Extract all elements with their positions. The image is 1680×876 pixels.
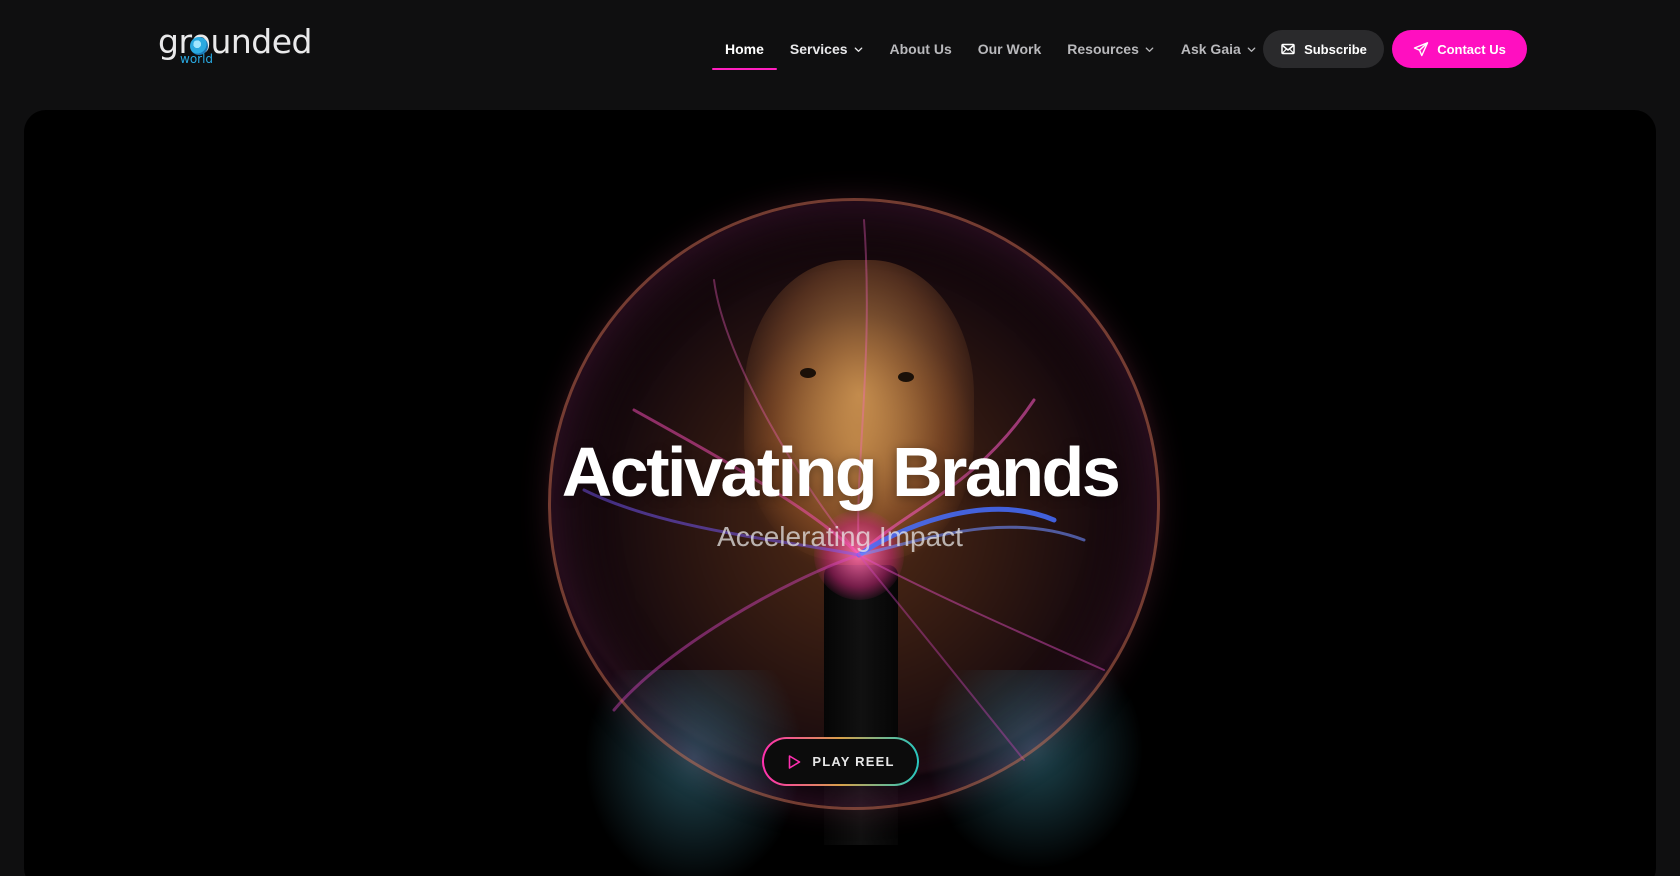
nav-item-label: About Us bbox=[889, 41, 952, 57]
play-icon bbox=[786, 754, 802, 770]
logo-subtext: world bbox=[180, 52, 214, 66]
mail-icon bbox=[1280, 41, 1296, 57]
play-reel-label: PLAY REEL bbox=[812, 754, 895, 769]
nav-item-services[interactable]: Services bbox=[777, 0, 877, 98]
nav-item-resources[interactable]: Resources bbox=[1054, 0, 1168, 98]
nav-item-label: Services bbox=[789, 41, 848, 57]
chevron-down-icon bbox=[1144, 44, 1155, 55]
nav-item-label: Our Work bbox=[977, 41, 1042, 57]
hero-title: Activating Brands bbox=[561, 433, 1121, 511]
nav-item-label: Home bbox=[725, 41, 764, 57]
nav-item-home[interactable]: Home bbox=[712, 0, 777, 98]
nav-item-label: Ask Gaia bbox=[1180, 41, 1241, 57]
logo[interactable]: grounded world bbox=[158, 22, 313, 68]
main-nav: Home Services About Us Our Work Resource… bbox=[712, 0, 1270, 98]
nav-item-about-us[interactable]: About Us bbox=[877, 0, 965, 98]
chevron-down-icon bbox=[1246, 44, 1257, 55]
nav-item-ask-gaia[interactable]: Ask Gaia bbox=[1168, 0, 1270, 98]
hero-subtitle: Accelerating Impact bbox=[717, 521, 963, 552]
site-header: grounded world Home Services About Us Ou… bbox=[0, 0, 1680, 98]
nav-item-label: Resources bbox=[1067, 41, 1139, 57]
nav-item-our-work[interactable]: Our Work bbox=[965, 0, 1055, 98]
send-icon bbox=[1413, 41, 1429, 57]
page: grounded world Home Services About Us Ou… bbox=[0, 0, 1680, 876]
contact-us-button[interactable]: Contact Us bbox=[1392, 30, 1527, 68]
subscribe-label: Subscribe bbox=[1304, 41, 1367, 57]
subscribe-button[interactable]: Subscribe bbox=[1263, 30, 1384, 68]
chevron-down-icon bbox=[853, 44, 864, 55]
play-reel-inner: PLAY REEL bbox=[764, 739, 917, 784]
play-reel-button[interactable]: PLAY REEL bbox=[762, 737, 919, 786]
hero-section: Activating Brands Accelerating Impact PL… bbox=[24, 110, 1656, 876]
contact-label: Contact Us bbox=[1437, 41, 1506, 57]
